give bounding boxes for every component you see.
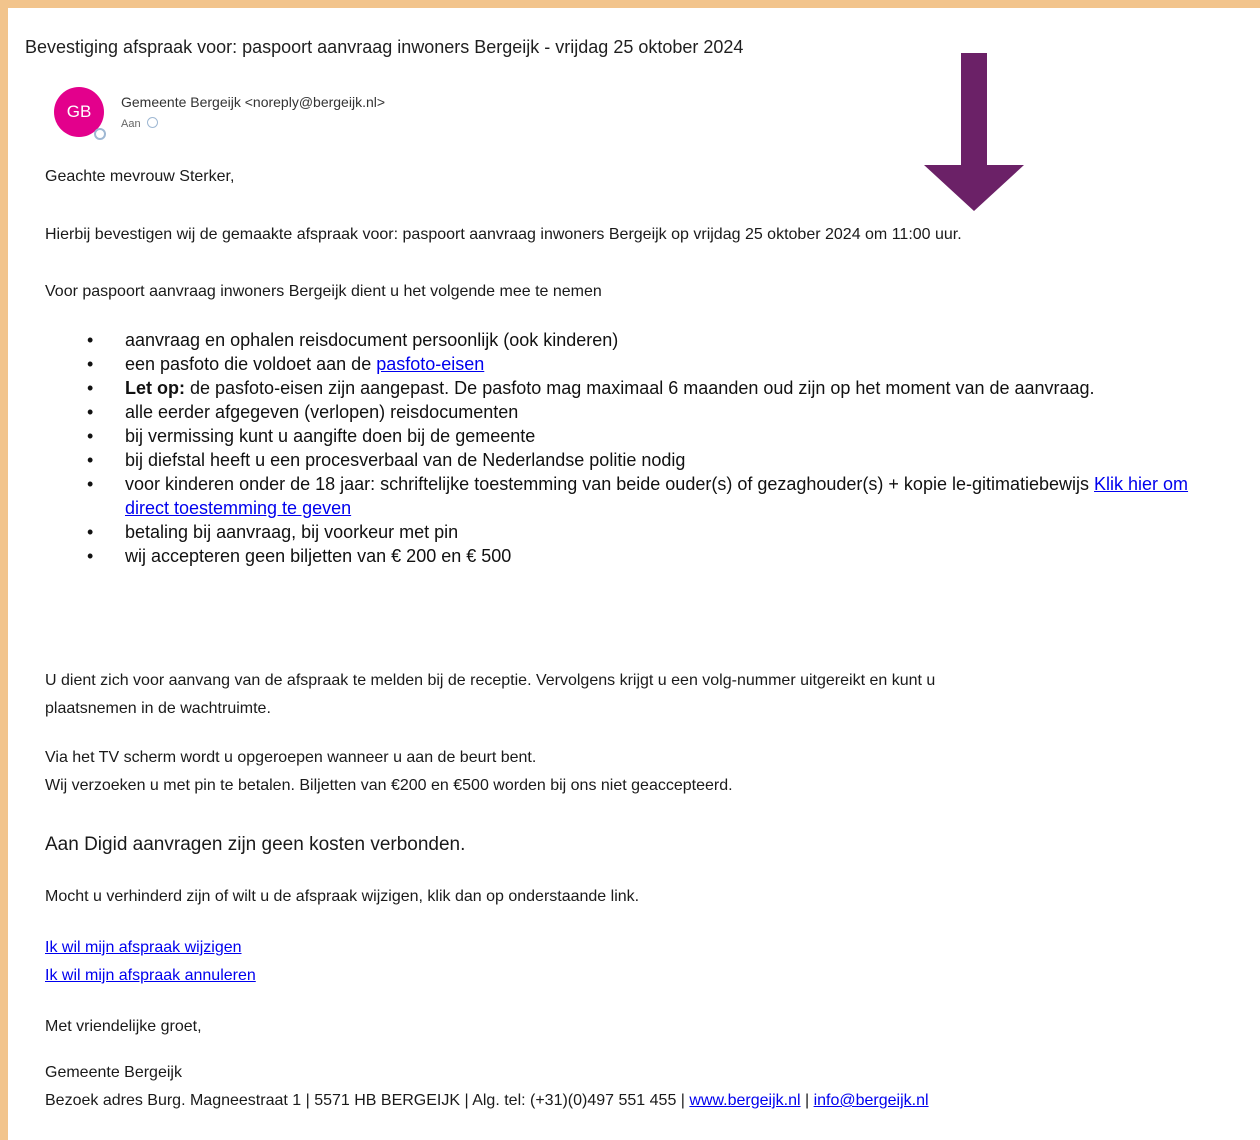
list-item: bij vermissing kunt u aangifte doen bij … — [45, 424, 1220, 448]
presence-status-icon — [94, 128, 106, 140]
list-item-text: een pasfoto die voldoet aan de — [125, 354, 377, 374]
list-item: bij diefstal heeft u een procesverbaal v… — [45, 448, 1220, 472]
digid-notice: Aan Digid aanvragen zijn geen kosten ver… — [45, 834, 466, 855]
list-item-text: aanvraag en ophalen reisdocument persoon… — [125, 330, 619, 350]
change-intro: Mocht u verhinderd zijn of wilt u de afs… — [45, 888, 640, 905]
list-item: Let op: de pasfoto-eisen zijn aangepast.… — [45, 376, 1220, 400]
email-subject: Bevestiging afspraak voor: paspoort aanv… — [25, 37, 744, 57]
list-item-text: voor kinderen onder de 18 jaar: schrifte… — [125, 474, 1095, 494]
list-item: een pasfoto die voldoet aan de pasfoto-e… — [45, 352, 1220, 376]
recipient-line: Aan — [121, 117, 158, 130]
closing: Met vriendelijke groet, — [45, 1018, 202, 1035]
cancel-appointment-link[interactable]: Ik wil mijn afspraak annuleren — [45, 967, 256, 984]
reception-line-2: plaatsnemen in de wachtruimte. — [45, 700, 271, 717]
instructions-paragraph: Via het TV scherm wordt u opgeroepen wan… — [45, 744, 733, 800]
appointment-links: Ik wil mijn afspraak wijzigen Ik wil mij… — [45, 934, 256, 990]
list-item-text: de pasfoto-eisen zijn aangepast. De pasf… — [185, 378, 1095, 398]
list-item-text: bij diefstal heeft u een procesverbaal v… — [125, 450, 686, 470]
footer-line: Bezoek adres Burg. Magneestraat 1 | 5571… — [45, 1087, 929, 1115]
reception-paragraph: U dient zich voor aanvang van de afspraa… — [45, 667, 935, 723]
payment-text: Wij verzoeken u met pin te betalen. Bilj… — [45, 777, 733, 794]
to-label: Aan — [121, 118, 141, 130]
pasfoto-eisen-link[interactable]: pasfoto-eisen — [376, 354, 484, 374]
sender-name[interactable]: Gemeente Bergeijk <noreply@bergeijk.nl> — [121, 94, 385, 110]
checklist: aanvraag en ophalen reisdocument persoon… — [45, 328, 1220, 568]
list-item-text: wij accepteren geen biljetten van € 200 … — [125, 546, 512, 566]
list-item-text: betaling bij aanvraag, bij voorkeur met … — [125, 522, 459, 542]
footer-address: Bezoek adres Burg. Magneestraat 1 | 5571… — [45, 1092, 690, 1109]
recipient-status-icon — [146, 117, 158, 128]
list-item-text: alle eerder afgegeven (verlopen) reisdoc… — [125, 402, 519, 422]
list-item: voor kinderen onder de 18 jaar: schrifte… — [45, 472, 1220, 520]
tv-screen-text: Via het TV scherm wordt u opgeroepen wan… — [45, 749, 537, 766]
list-item: betaling bij aanvraag, bij voorkeur met … — [45, 520, 1220, 544]
signature: Gemeente Bergeijk Bezoek adres Burg. Mag… — [45, 1059, 929, 1115]
confirmation-text: Hierbij bevestigen wij de gemaakte afspr… — [45, 226, 962, 243]
list-item: aanvraag en ophalen reisdocument persoon… — [45, 328, 1220, 352]
signature-org: Gemeente Bergeijk — [45, 1064, 182, 1081]
change-appointment-link[interactable]: Ik wil mijn afspraak wijzigen — [45, 939, 242, 956]
bring-intro: Voor paspoort aanvraag inwoners Bergeijk… — [45, 283, 602, 300]
footer-separator: | — [800, 1092, 814, 1109]
warning-label: Let op: — [125, 378, 185, 398]
greeting: Geachte mevrouw Sterker, — [45, 168, 235, 185]
annotation-arrow — [924, 53, 1024, 211]
list-item-text: bij vermissing kunt u aangifte doen bij … — [125, 426, 536, 446]
list-item: wij accepteren geen biljetten van € 200 … — [45, 544, 1220, 568]
down-arrow-icon — [924, 53, 1024, 211]
email-frame: Bevestiging afspraak voor: paspoort aanv… — [8, 8, 1260, 1140]
list-item: alle eerder afgegeven (verlopen) reisdoc… — [45, 400, 1220, 424]
email-link[interactable]: info@bergeijk.nl — [814, 1092, 929, 1109]
reception-line-1: U dient zich voor aanvang van de afspraa… — [45, 672, 936, 689]
website-link[interactable]: www.bergeijk.nl — [689, 1092, 800, 1109]
